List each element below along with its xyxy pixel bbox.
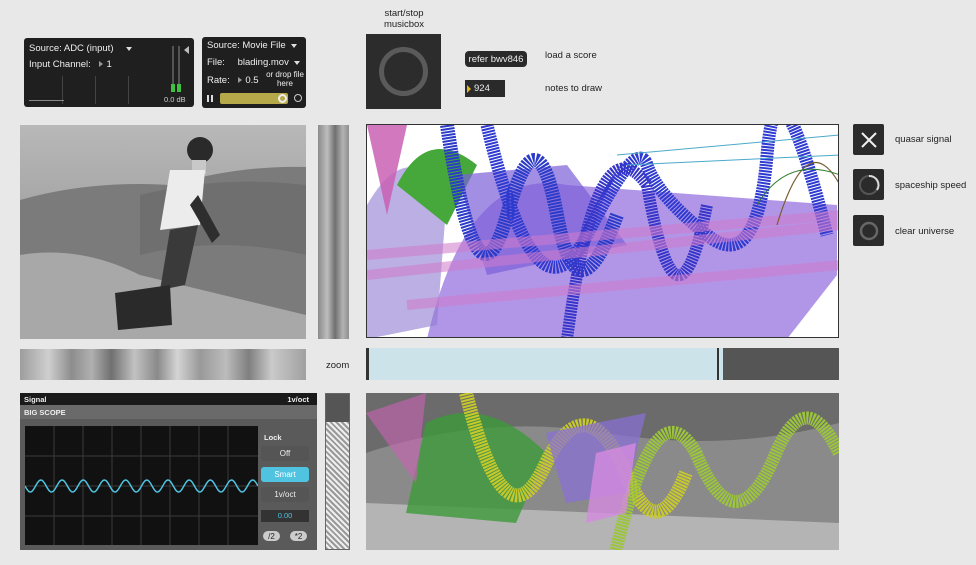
scope-waveform xyxy=(24,426,259,545)
multiply-scale-button[interactable]: *2 xyxy=(290,531,307,541)
scope-side-slider[interactable] xyxy=(325,393,350,550)
load-score-label: load a score xyxy=(545,50,597,61)
channel-arrow-icon xyxy=(99,61,104,68)
skater-video-frame xyxy=(20,125,306,339)
rate-row: Rate: 0.5 xyxy=(207,75,259,86)
scope-header: Signal 1v/oct xyxy=(20,393,317,405)
spaceship-speed-label: spaceship speed xyxy=(895,180,967,191)
scope-header-mode: 1v/oct xyxy=(287,395,309,404)
playhead-icon[interactable] xyxy=(278,94,287,103)
lock-smart-button[interactable]: Smart xyxy=(261,467,309,482)
scope-display xyxy=(24,426,259,545)
spaceship-speed-dial[interactable] xyxy=(853,169,884,200)
level-meter xyxy=(170,46,184,92)
file-menu[interactable]: File: blading.mov xyxy=(207,57,303,68)
musicbox-toggle-button[interactable] xyxy=(366,34,441,109)
ring-icon xyxy=(379,47,428,96)
clear-universe-button[interactable] xyxy=(853,215,884,246)
zoom-outside-range xyxy=(723,348,839,380)
lock-off-button[interactable]: Off xyxy=(261,446,309,461)
scope-header-signal: Signal xyxy=(24,395,47,404)
rate-value[interactable]: 0.5 xyxy=(245,75,258,86)
loop-icon[interactable] xyxy=(294,94,302,102)
rate-label: Rate: xyxy=(207,75,230,86)
divide-scale-button[interactable]: /2 xyxy=(263,531,280,541)
movie-source-label: Source: Movie File xyxy=(207,40,286,51)
movie-source-menu[interactable]: Source: Movie File xyxy=(207,40,303,51)
meter-db-readout: 0.0 dB xyxy=(164,95,186,104)
score-visualization-canvas xyxy=(367,125,838,337)
quasar-signal-label: quasar signal xyxy=(895,134,952,145)
zoom-left-handle[interactable] xyxy=(366,348,369,380)
dial-icon xyxy=(858,174,880,195)
notes-to-draw-label: notes to draw xyxy=(545,83,603,94)
zoom-label: zoom xyxy=(326,360,350,371)
chevron-down-icon xyxy=(126,47,133,51)
rate-arrow-icon xyxy=(238,77,243,84)
adc-source-panel: Source: ADC (input) Input Channel: 1 0.0… xyxy=(24,38,194,107)
notes-number-box[interactable]: 924 xyxy=(465,80,505,97)
input-channel-label: Input Channel: xyxy=(29,59,91,70)
scope-title: BIG SCOPE xyxy=(24,408,66,417)
chevron-down-icon xyxy=(291,44,298,48)
scope-title-bar: BIG SCOPE xyxy=(20,405,317,419)
file-label: File: xyxy=(207,57,225,68)
horizontal-color-strip xyxy=(20,349,306,380)
gain-slider-handle[interactable] xyxy=(184,46,189,54)
arrow-icon xyxy=(467,84,471,93)
ring-icon xyxy=(859,221,878,240)
scope-value-box[interactable]: 0.00 xyxy=(261,510,309,522)
signal-scope-panel: Signal 1v/oct BIG SCOPE Lock Off Smart 1… xyxy=(20,393,317,550)
quasar-signal-button[interactable] xyxy=(853,124,884,155)
notes-value: 924 xyxy=(474,83,490,94)
drop-hint[interactable]: or drop file here xyxy=(266,70,304,88)
close-icon xyxy=(860,131,877,148)
lock-label: Lock xyxy=(264,433,282,442)
video-score-visualization xyxy=(366,393,839,550)
playback-position-bar[interactable] xyxy=(220,93,288,104)
score-visualization xyxy=(366,124,839,338)
lock-1voct-button[interactable]: 1v/oct xyxy=(261,487,309,502)
clear-universe-label: clear universe xyxy=(895,226,955,237)
video-score-canvas xyxy=(366,393,839,550)
movie-source-panel: Source: Movie File File: blading.mov Rat… xyxy=(202,37,306,108)
input-scope xyxy=(29,76,157,104)
refer-score-button[interactable]: refer bwv846 xyxy=(465,51,527,67)
input-channel-value[interactable]: 1 xyxy=(106,59,111,70)
input-channel-row: Input Channel: 1 xyxy=(29,59,112,70)
vertical-color-strip xyxy=(318,125,349,339)
chevron-down-icon xyxy=(294,61,301,65)
video-preview xyxy=(20,125,306,339)
adc-source-label: Source: ADC (input) xyxy=(29,43,114,54)
zoom-range-slider[interactable] xyxy=(366,348,839,380)
pause-icon[interactable] xyxy=(207,95,214,102)
file-value: blading.mov xyxy=(237,57,289,68)
adc-source-menu[interactable]: Source: ADC (input) xyxy=(29,43,159,54)
zoom-right-handle[interactable] xyxy=(717,348,719,380)
musicbox-label: start/stop musicbox xyxy=(383,8,425,30)
scope-slider-handle[interactable] xyxy=(326,394,349,422)
